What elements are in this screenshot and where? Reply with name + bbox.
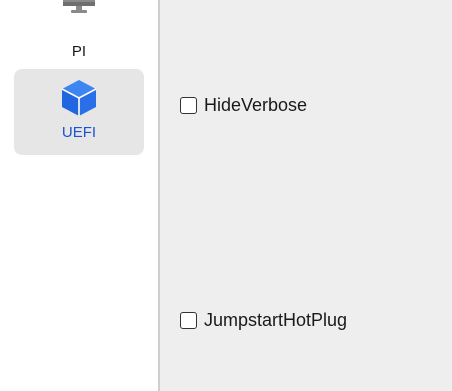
sidebar-item-pi[interactable]: PI [14,0,144,60]
sidebar-item-uefi[interactable]: UEFI [14,69,144,155]
settings-panel [160,0,452,391]
sidebar-item-label: PI [71,43,87,60]
jumpstarthotplug-label: JumpstartHotPlug [204,310,348,330]
sidebar-item-label: UEFI [61,124,97,141]
option-jumpstarthotplug[interactable]: JumpstartHotPlug [180,309,347,331]
option-hideverbose[interactable]: HideVerbose [180,94,307,116]
sidebar: PI UEFI [0,0,158,391]
cube-icon [59,78,99,123]
jumpstarthotplug-checkbox[interactable] [180,311,197,329]
hideverbose-label: HideVerbose [204,95,308,115]
hideverbose-checkbox[interactable] [180,96,197,114]
monitor-icon [59,0,99,19]
